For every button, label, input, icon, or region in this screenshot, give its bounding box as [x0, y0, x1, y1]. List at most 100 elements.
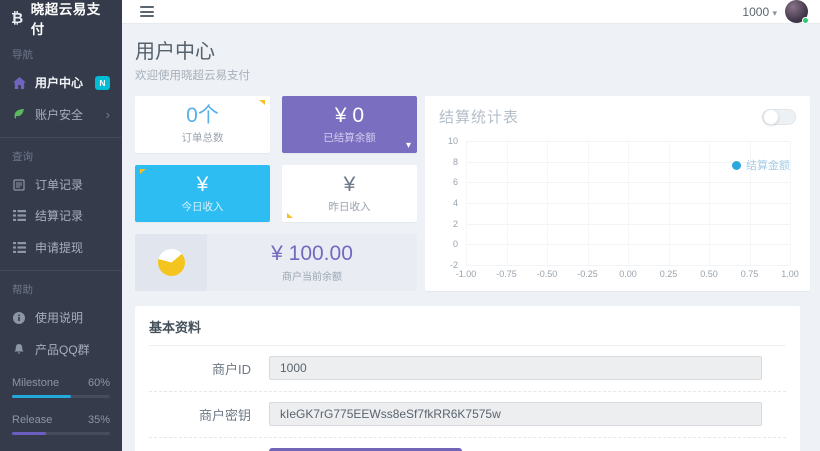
y-tick-label: 2 — [453, 219, 458, 229]
x-tick-label: 0.75 — [741, 269, 759, 279]
y-tick-label: 8 — [453, 157, 458, 167]
sidebar-item-label: 申请提现 — [35, 239, 83, 256]
list-icon — [12, 210, 26, 221]
account-id: 1000 — [742, 5, 769, 19]
x-tick-label: 0.00 — [619, 269, 637, 279]
merchant-id-label: 商户ID — [149, 359, 251, 378]
caret-down-icon: ▾ — [772, 8, 777, 18]
toggle-knob — [763, 109, 779, 125]
page-subtitle: 欢迎使用晓超云易支付 — [135, 67, 810, 83]
sidebar-item-qq-group[interactable]: 产品QQ群 — [0, 334, 122, 365]
x-tick-label: -1.00 — [456, 269, 477, 279]
yesterday-income-value: ¥ — [344, 173, 356, 196]
caret-down-icon: ▾ — [406, 140, 411, 151]
app-logo[interactable]: ₿ 晓超云易支付 — [0, 0, 122, 36]
home-icon — [12, 77, 26, 89]
topbar: 1000 ▾ — [122, 0, 820, 24]
list-icon — [12, 242, 26, 253]
bell-icon — [12, 343, 26, 355]
sidebar-section-query: 查询 — [0, 138, 122, 169]
document-icon — [12, 179, 26, 191]
sidebar: ₿ 晓超云易支付 导航 用户中心 N 账户安全 › 查询 订单记录 结算记录 — [0, 0, 122, 451]
plot-area: 1086420-2 结算金额 — [466, 141, 790, 265]
content: 用户中心 欢迎使用晓超云易支付 0个 订单总数 ¥ 0 已结算余额 ▾ — [122, 24, 820, 451]
x-axis-labels: -1.00-0.75-0.50-0.250.000.250.500.751.00 — [466, 265, 790, 281]
sidebar-item-user-center[interactable]: 用户中心 N — [0, 67, 122, 98]
progress-label: Release — [12, 414, 52, 426]
x-tick-label: 1.00 — [781, 269, 799, 279]
chart-title: 结算统计表 — [439, 106, 519, 127]
x-tick-label: -0.50 — [537, 269, 558, 279]
orders-total-card[interactable]: 0个 订单总数 — [135, 96, 270, 153]
online-status-dot — [802, 17, 809, 24]
sidebar-item-label: 账户安全 — [35, 106, 83, 123]
app-title: 晓超云易支付 — [31, 0, 111, 38]
sidebar-item-order-records[interactable]: 订单记录 — [0, 169, 122, 200]
yesterday-income-label: 昨日收入 — [329, 199, 371, 214]
form-row-merchant-key: 商户密钥 — [149, 392, 786, 438]
progress-value: 35% — [88, 414, 110, 426]
merchant-key-label: 商户密钥 — [149, 405, 251, 424]
chart-legend[interactable]: 结算金额 — [732, 157, 790, 173]
form-row-merchant-id: 商户ID — [149, 346, 786, 392]
chevron-right-icon: › — [106, 108, 110, 121]
x-tick-label: 0.50 — [700, 269, 718, 279]
corner-flag-icon — [259, 100, 265, 105]
info-icon — [12, 312, 26, 324]
today-income-card[interactable]: ¥ 今日收入 — [135, 165, 270, 222]
bitcoin-logo-icon: ₿ — [11, 10, 24, 27]
sidebar-item-label: 结算记录 — [35, 207, 83, 224]
y-tick-label: 10 — [448, 136, 458, 146]
x-tick-label: -0.75 — [496, 269, 517, 279]
progress-label: Milestone — [12, 377, 59, 389]
yesterday-income-card[interactable]: ¥ 昨日收入 — [282, 165, 417, 222]
leaf-icon — [12, 108, 26, 120]
sidebar-item-usage-guide[interactable]: 使用说明 — [0, 302, 122, 333]
y-tick-label: 0 — [453, 239, 458, 249]
merchant-id-input[interactable] — [269, 356, 762, 380]
account-dropdown[interactable]: 1000 ▾ — [742, 5, 777, 19]
y-tick-label: 4 — [453, 198, 458, 208]
settled-balance-card[interactable]: ¥ 0 已结算余额 ▾ — [282, 96, 417, 153]
sidebar-item-label: 使用说明 — [35, 309, 83, 326]
sidebar-item-settlement-records[interactable]: 结算记录 — [0, 200, 122, 231]
y-tick-label: 6 — [453, 177, 458, 187]
form-row-account-binding: 账号绑定 绑定支付宝账号 一键登录到本站 — [149, 438, 786, 451]
avatar[interactable] — [785, 0, 808, 23]
corner-flag-icon — [287, 213, 293, 218]
sidebar-section-nav: 导航 — [0, 36, 122, 67]
legend-dot-icon — [732, 161, 741, 170]
progress-value: 60% — [88, 377, 110, 389]
sidebar-item-label: 订单记录 — [35, 176, 83, 193]
corner-flag-icon — [140, 169, 146, 174]
pie-chart-icon — [158, 249, 185, 276]
page-title: 用户中心 — [135, 35, 810, 64]
x-tick-label: 0.25 — [660, 269, 678, 279]
new-badge: N — [95, 76, 110, 90]
sidebar-progress: Milestone 60% Release 35% — [0, 365, 122, 451]
sidebar-item-account-security[interactable]: 账户安全 › — [0, 98, 122, 129]
settled-balance-label: 已结算余额 — [323, 130, 376, 145]
today-income-value: ¥ — [197, 173, 209, 196]
settled-balance-value: ¥ 0 — [335, 104, 364, 127]
orders-total-label: 订单总数 — [182, 130, 224, 145]
today-income-label: 今日收入 — [182, 199, 224, 214]
merchant-balance-value: ¥ 100.00 — [271, 242, 353, 266]
balance-icon-box — [135, 234, 207, 291]
main-area: 1000 ▾ 用户中心 欢迎使用晓超云易支付 0个 订单总数 ¥ 0 — [122, 0, 820, 451]
sidebar-toggle-icon[interactable] — [140, 6, 154, 17]
sidebar-section-help: 帮助 — [0, 271, 122, 302]
progress-bar-release — [12, 432, 110, 435]
sidebar-item-label: 产品QQ群 — [35, 341, 90, 358]
sidebar-item-withdraw-request[interactable]: 申请提现 — [0, 232, 122, 263]
settlement-chart-card: 结算统计表 1086420-2 结算金额 -1.00 -0.75 -0.50 -0.2… — [425, 96, 810, 291]
merchant-balance-label: 商户当前余额 — [282, 268, 342, 283]
x-tick-label: -0.25 — [577, 269, 598, 279]
legend-label: 结算金额 — [746, 157, 790, 173]
basic-info-title: 基本资料 — [149, 317, 786, 346]
orders-total-value: 0个 — [186, 104, 219, 127]
chart-toggle[interactable] — [762, 109, 796, 125]
merchant-balance-card: ¥ 100.00 商户当前余额 — [135, 234, 417, 291]
merchant-key-input[interactable] — [269, 402, 762, 426]
y-axis-labels: 1086420-2 — [439, 141, 461, 265]
